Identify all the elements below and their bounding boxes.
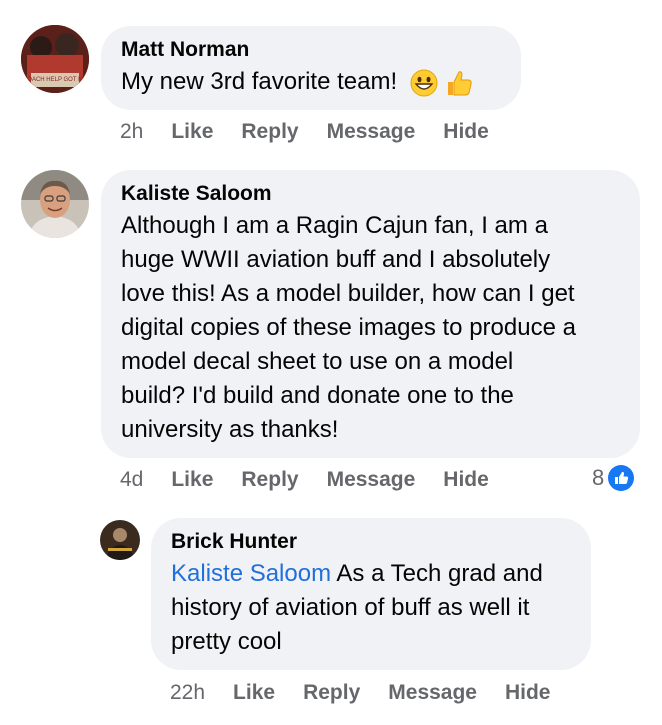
comment-text-line: huge WWII aviation buff and I absolutely [121,246,551,273]
comment-text-line: model decal sheet to use on a model [121,348,514,375]
comment-text-segment: As a Tech grad and [331,560,543,587]
message-button[interactable]: Message [327,120,416,144]
avatar[interactable]: COACH HELP GOT ME [21,25,89,93]
like-button[interactable]: Like [233,681,275,705]
reply-button[interactable]: Reply [303,681,360,705]
comment-text: Kaliste Saloom As a Tech grad and histor… [171,557,591,659]
reply-button[interactable]: Reply [241,120,298,144]
avatar[interactable] [100,520,140,560]
comment-text: My new 3rd favorite team! [121,68,398,95]
comment-text-line: Kaliste Saloom As a Tech grad and [171,557,591,591]
hide-button[interactable]: Hide [505,681,551,705]
comment-bubble: Kaliste Saloom Although I am a Ragin Caj… [101,170,640,458]
hide-button[interactable]: Hide [443,120,489,144]
comment-timestamp[interactable]: 4d [120,468,143,492]
like-button[interactable]: Like [171,468,213,492]
reaction-count: 8 [592,465,605,490]
thumbs-up-glyph [615,471,629,484]
avatar-image: COACH HELP GOT ME [21,25,89,93]
comment-text-line: love this! As a model builder, how can I… [121,280,575,307]
like-button[interactable]: Like [171,120,213,144]
grinning-face-emoji [410,69,438,97]
comment-text-line: pretty cool [171,628,282,655]
comment-text-line: digital copies of these images to produc… [121,314,576,341]
hide-button[interactable]: Hide [443,468,489,492]
comment-text-line: history of aviation of buff as well it [171,594,530,621]
avatar-caption: COACH HELP GOT ME [23,77,87,83]
comment-text-row: My new 3rd favorite team! [121,65,521,99]
comment-author[interactable]: Kaliste Saloom [121,182,640,206]
comment-timestamp[interactable]: 22h [170,681,205,705]
comment-actions: 2h Like Reply Message Hide [120,120,517,144]
like-reaction-icon [608,465,635,491]
message-button[interactable]: Message [388,681,477,705]
comment-timestamp[interactable]: 2h [120,120,143,144]
comment-text-line: Although I am a Ragin Cajun fan, I am a [121,212,548,239]
message-button[interactable]: Message [327,468,416,492]
comment-text: Although I am a Ragin Cajun fan, I am a … [121,209,640,447]
reaction-summary[interactable]: 8 [592,465,635,491]
mention-link[interactable]: Kaliste Saloom [171,560,331,587]
avatar-image [100,520,140,560]
comment-author[interactable]: Matt Norman [121,38,521,62]
comment-author[interactable]: Brick Hunter [171,530,591,554]
avatar[interactable] [21,170,89,238]
comment-actions: 22h Like Reply Message Hide [170,681,579,705]
avatar-image [21,170,89,238]
comment-actions: 4d Like Reply Message Hide [120,468,517,492]
thumbs-up-emoji [448,70,473,96]
comment-bubble: Brick Hunter Kaliste Saloom As a Tech gr… [151,518,591,670]
reply-button[interactable]: Reply [241,468,298,492]
comment-bubble: Matt Norman My new 3rd favorite team! [101,26,521,110]
comment-text-line: build? I'd build and donate one to the [121,382,514,409]
comment-text-line: university as thanks! [121,416,339,443]
